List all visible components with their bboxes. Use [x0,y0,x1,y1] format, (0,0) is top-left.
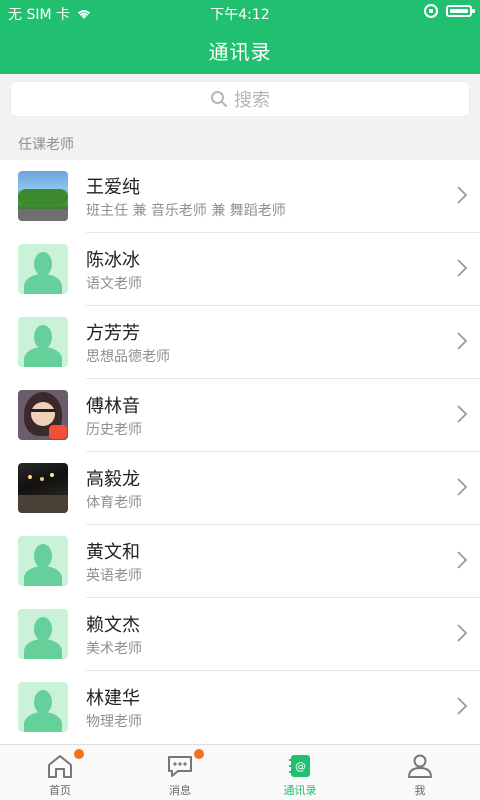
chevron-right-icon [457,332,468,350]
list-item[interactable]: 方芳芳 思想品德老师 [0,306,480,379]
page-title: 通讯录 [208,40,272,64]
avatar [18,463,68,513]
contact-name: 赖文杰 [86,615,140,636]
notification-dot [194,749,204,759]
avatar [18,171,68,221]
tab-label: 我 [414,784,426,797]
contact-role: 英语老师 [86,568,142,584]
default-person-icon [18,609,68,659]
list-item[interactable]: 傅林音 历史老师 [0,379,480,452]
contact-role: 思想品德老师 [86,349,170,365]
chevron-right-icon [457,186,468,204]
search-placeholder: 搜索 [234,90,270,111]
contact-role: 语文老师 [86,276,142,292]
contact-role: 美术老师 [86,641,142,657]
contact-name: 方芳芳 [86,323,140,344]
app-header: 无 SIM 卡 下午4:12 通讯录 [0,0,480,74]
contact-role: 物理老师 [86,714,142,730]
tab-label: 首页 [49,784,71,797]
avatar [18,390,68,440]
contact-name: 王爱纯 [86,177,140,198]
tab-label: 消息 [169,784,191,797]
svg-text:@: @ [295,760,306,773]
notification-dot [74,749,84,759]
person-icon [408,754,432,778]
tab-home[interactable]: 首页 [0,745,120,800]
contact-name: 黄文和 [86,542,140,563]
tab-bar: 首页 消息 @ 通讯录 我 [0,744,480,800]
list-item[interactable]: 黄文和 英语老师 [0,525,480,598]
default-person-icon [18,682,68,732]
tab-messages[interactable]: 消息 [120,745,240,800]
contact-role: 历史老师 [86,422,142,438]
tab-contacts[interactable]: @ 通讯录 [240,745,360,800]
chevron-right-icon [457,259,468,277]
contact-role: 体育老师 [86,495,142,511]
home-icon [48,755,72,778]
address-book-icon: @ [289,755,310,777]
search-area: 搜索 [0,74,480,126]
contact-name: 林建华 [86,688,140,709]
contact-name: 高毅龙 [86,469,140,490]
contact-name: 陈冰冰 [86,250,140,271]
chevron-right-icon [457,405,468,423]
list-item[interactable]: 赖文杰 美术老师 [0,598,480,671]
contact-name: 傅林音 [86,396,140,417]
list-item[interactable]: 陈冰冰 语文老师 [0,233,480,306]
contact-list: 王爱纯 班主任 兼 音乐老师 兼 舞蹈老师 陈冰冰 语文老师 方芳芳 思想品德老… [0,160,480,744]
status-bar: 无 SIM 卡 下午4:12 [0,0,480,24]
default-person-icon [18,536,68,586]
status-time: 下午4:12 [210,7,270,23]
chat-bubble-icon [168,756,192,777]
default-person-icon [18,244,68,294]
chevron-right-icon [457,478,468,496]
search-input[interactable]: 搜索 [10,81,470,117]
tab-label: 通讯录 [283,784,317,797]
search-icon [211,91,227,107]
chevron-right-icon [457,551,468,569]
contact-role: 班主任 兼 音乐老师 兼 舞蹈老师 [86,203,286,219]
tab-me[interactable]: 我 [360,745,480,800]
default-person-icon [18,317,68,367]
list-item[interactable]: 王爱纯 班主任 兼 音乐老师 兼 舞蹈老师 [0,160,480,233]
list-item[interactable]: 高毅龙 体育老师 [0,452,480,525]
section-label: 任课老师 [18,137,74,153]
list-item[interactable]: 林建华 物理老师 [0,671,480,744]
battery-icon [446,5,475,17]
chevron-right-icon [457,624,468,642]
orientation-lock-icon [424,4,438,18]
chevron-right-icon [457,697,468,715]
